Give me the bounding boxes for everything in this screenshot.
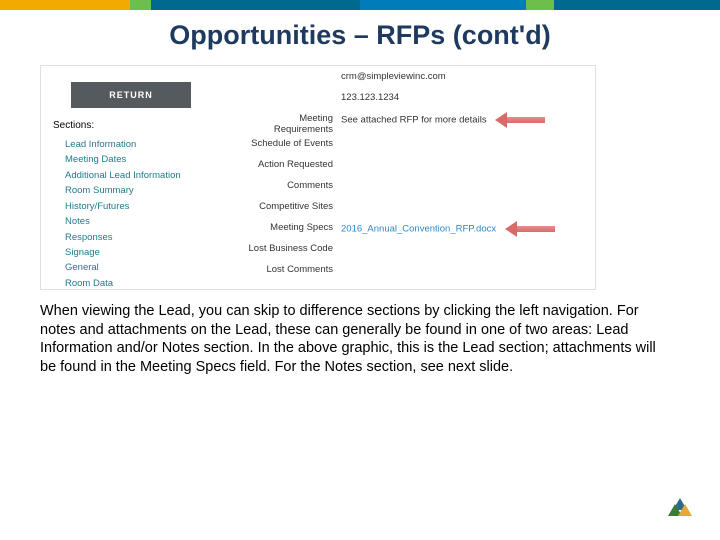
contact-email: crm@simpleviewinc.com <box>341 72 591 83</box>
specs-attachment-link[interactable]: 2016_Annual_Convention_RFP.docx <box>341 223 591 235</box>
comments-label: Comments <box>241 181 341 192</box>
section-link-lead-information[interactable]: Lead Information <box>65 140 185 151</box>
sections-heading: Sections: <box>53 120 94 131</box>
section-link-additional-lead[interactable]: Additional Lead Information <box>65 171 185 182</box>
slide-top-accent <box>0 0 720 10</box>
details-column: crm@simpleviewinc.com 123.123.1234 Meeti… <box>241 72 591 286</box>
section-link-notes[interactable]: Notes <box>65 217 185 228</box>
section-link-history-futures[interactable]: History/Futures <box>65 202 185 213</box>
section-link-general[interactable]: General <box>65 263 185 274</box>
slide-body-text: When viewing the Lead, you can skip to d… <box>40 302 670 376</box>
sections-list: Lead Information Meeting Dates Additiona… <box>65 140 185 294</box>
section-link-room-data[interactable]: Room Data <box>65 279 185 290</box>
crm-screenshot: RETURN Sections: Lead Information Meetin… <box>40 65 596 290</box>
section-link-responses[interactable]: Responses <box>65 233 185 244</box>
contact-phone: 123.123.1234 <box>341 93 591 104</box>
competitive-label: Competitive Sites <box>241 202 341 213</box>
arrow-icon <box>505 223 555 235</box>
return-button[interactable]: RETURN <box>71 82 191 108</box>
section-link-meeting-dates[interactable]: Meeting Dates <box>65 155 185 166</box>
section-link-signage[interactable]: Signage <box>65 248 185 259</box>
meeting-requirements-label: Meeting Requirements <box>241 114 341 136</box>
lost-comments-label: Lost Comments <box>241 265 341 276</box>
specs-label: Meeting Specs <box>241 223 341 234</box>
section-link-room-summary[interactable]: Room Summary <box>65 186 185 197</box>
slide-title: Opportunities – RFPs (cont'd) <box>0 20 720 51</box>
meeting-requirements-value: See attached RFP for more details <box>341 114 591 126</box>
schedule-label: Schedule of Events <box>241 139 341 150</box>
arrow-icon <box>495 114 545 126</box>
lost-code-label: Lost Business Code <box>241 244 341 255</box>
action-label: Action Requested <box>241 160 341 171</box>
brand-logo-icon <box>666 498 692 522</box>
